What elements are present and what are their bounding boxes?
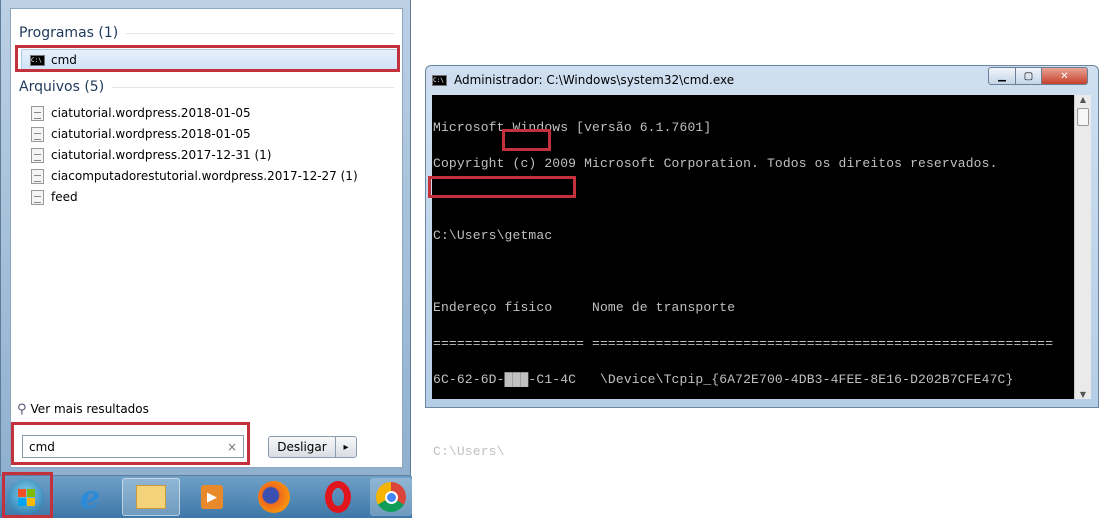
firefox-icon[interactable]: [252, 478, 296, 516]
scroll-up-icon[interactable]: ▲: [1075, 95, 1091, 104]
highlight-start-button: [2, 472, 53, 518]
file-icon: [31, 126, 44, 142]
console-line: Copyright (c) 2009 Microsoft Corporation…: [433, 156, 998, 171]
console-line: C:\Users\: [433, 444, 505, 459]
start-menu-panel: Programas (1) C:\ cmd Arquivos (5) ciatu…: [10, 8, 403, 468]
highlight-mac-address: [428, 176, 576, 198]
media-player-icon[interactable]: ▶: [190, 478, 234, 516]
scroll-down-icon[interactable]: ▼: [1075, 390, 1091, 399]
taskbar: e ▶: [0, 476, 412, 518]
close-button[interactable]: ✕: [1041, 67, 1088, 85]
search-icon: ⚲: [17, 401, 27, 417]
opera-icon[interactable]: [316, 478, 360, 516]
cmd-icon: C:\: [432, 75, 447, 86]
scrollbar[interactable]: ▲ ▼: [1074, 95, 1091, 399]
file-item[interactable]: ciatutorial.wordpress.2018-01-05: [31, 103, 251, 123]
programs-header: Programas (1): [19, 25, 394, 41]
console-line: 6C-62-6D-███-C1-4C \Device\Tcpip_{6A72E7…: [433, 372, 1014, 387]
file-explorer-icon[interactable]: [122, 478, 180, 516]
internet-explorer-icon[interactable]: e: [68, 478, 112, 516]
console-line: =================== ====================…: [433, 336, 1054, 351]
cmd-window: C:\ Administrador: C:\Windows\system32\c…: [425, 65, 1099, 458]
see-more-results-link[interactable]: ⚲ Ver mais resultados: [17, 399, 149, 419]
highlight-search-box: [11, 422, 250, 465]
file-icon: [31, 189, 44, 205]
highlight-getmac: [502, 129, 551, 151]
console-line: C:\Users\getmac: [433, 228, 553, 243]
file-icon: [31, 105, 44, 121]
file-item[interactable]: ciatutorial.wordpress.2017-12-31 (1): [31, 145, 271, 165]
shutdown-button[interactable]: Desligar: [268, 436, 336, 458]
file-item[interactable]: ciacomputadorestutorial.wordpress.2017-1…: [31, 166, 358, 186]
minimize-button[interactable]: ▁: [988, 67, 1016, 85]
file-icon: [31, 147, 44, 163]
chrome-icon[interactable]: [370, 478, 412, 516]
shutdown-options-button[interactable]: ▸: [335, 436, 357, 458]
highlight-cmd-result: [15, 45, 400, 72]
maximize-button[interactable]: ▢: [1015, 67, 1042, 85]
file-icon: [31, 168, 44, 184]
console-line: Endereço físico Nome de transporte: [433, 300, 736, 315]
file-item[interactable]: ciatutorial.wordpress.2018-01-05: [31, 124, 251, 144]
scroll-thumb[interactable]: [1077, 108, 1089, 126]
files-header: Arquivos (5): [19, 79, 394, 95]
file-item[interactable]: feed: [31, 187, 78, 207]
window-title: Administrador: C:\Windows\system32\cmd.e…: [454, 73, 735, 87]
